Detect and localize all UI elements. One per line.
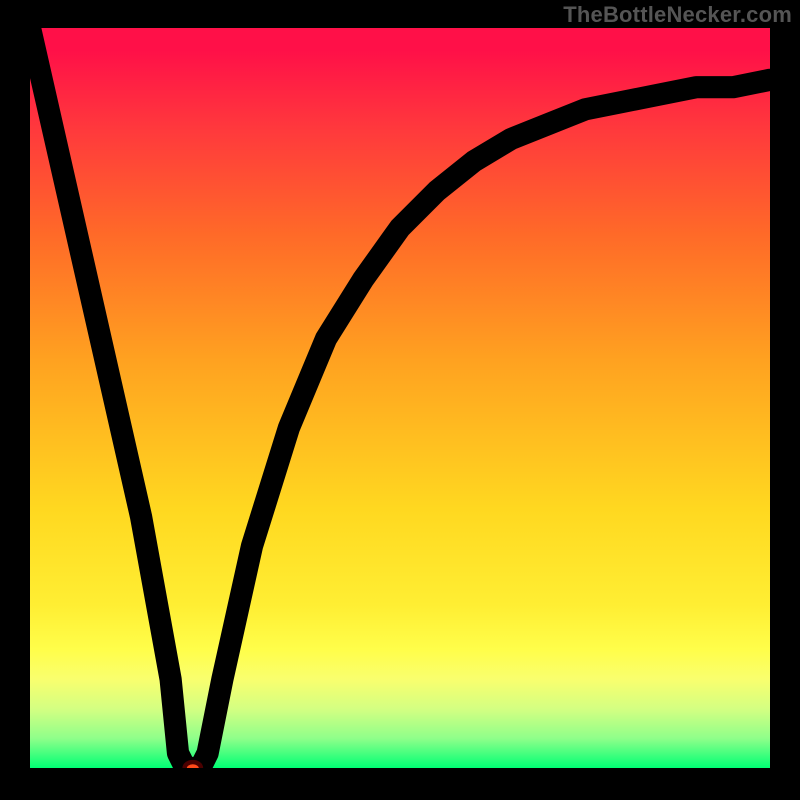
curve-svg [30, 28, 770, 768]
watermark-text: TheBottleNecker.com [563, 2, 792, 28]
minimum-marker [185, 762, 201, 768]
bottleneck-curve [30, 28, 770, 768]
chart-container: TheBottleNecker.com [0, 0, 800, 800]
minimum-marker-dot [185, 762, 201, 768]
plot-area [30, 28, 770, 768]
